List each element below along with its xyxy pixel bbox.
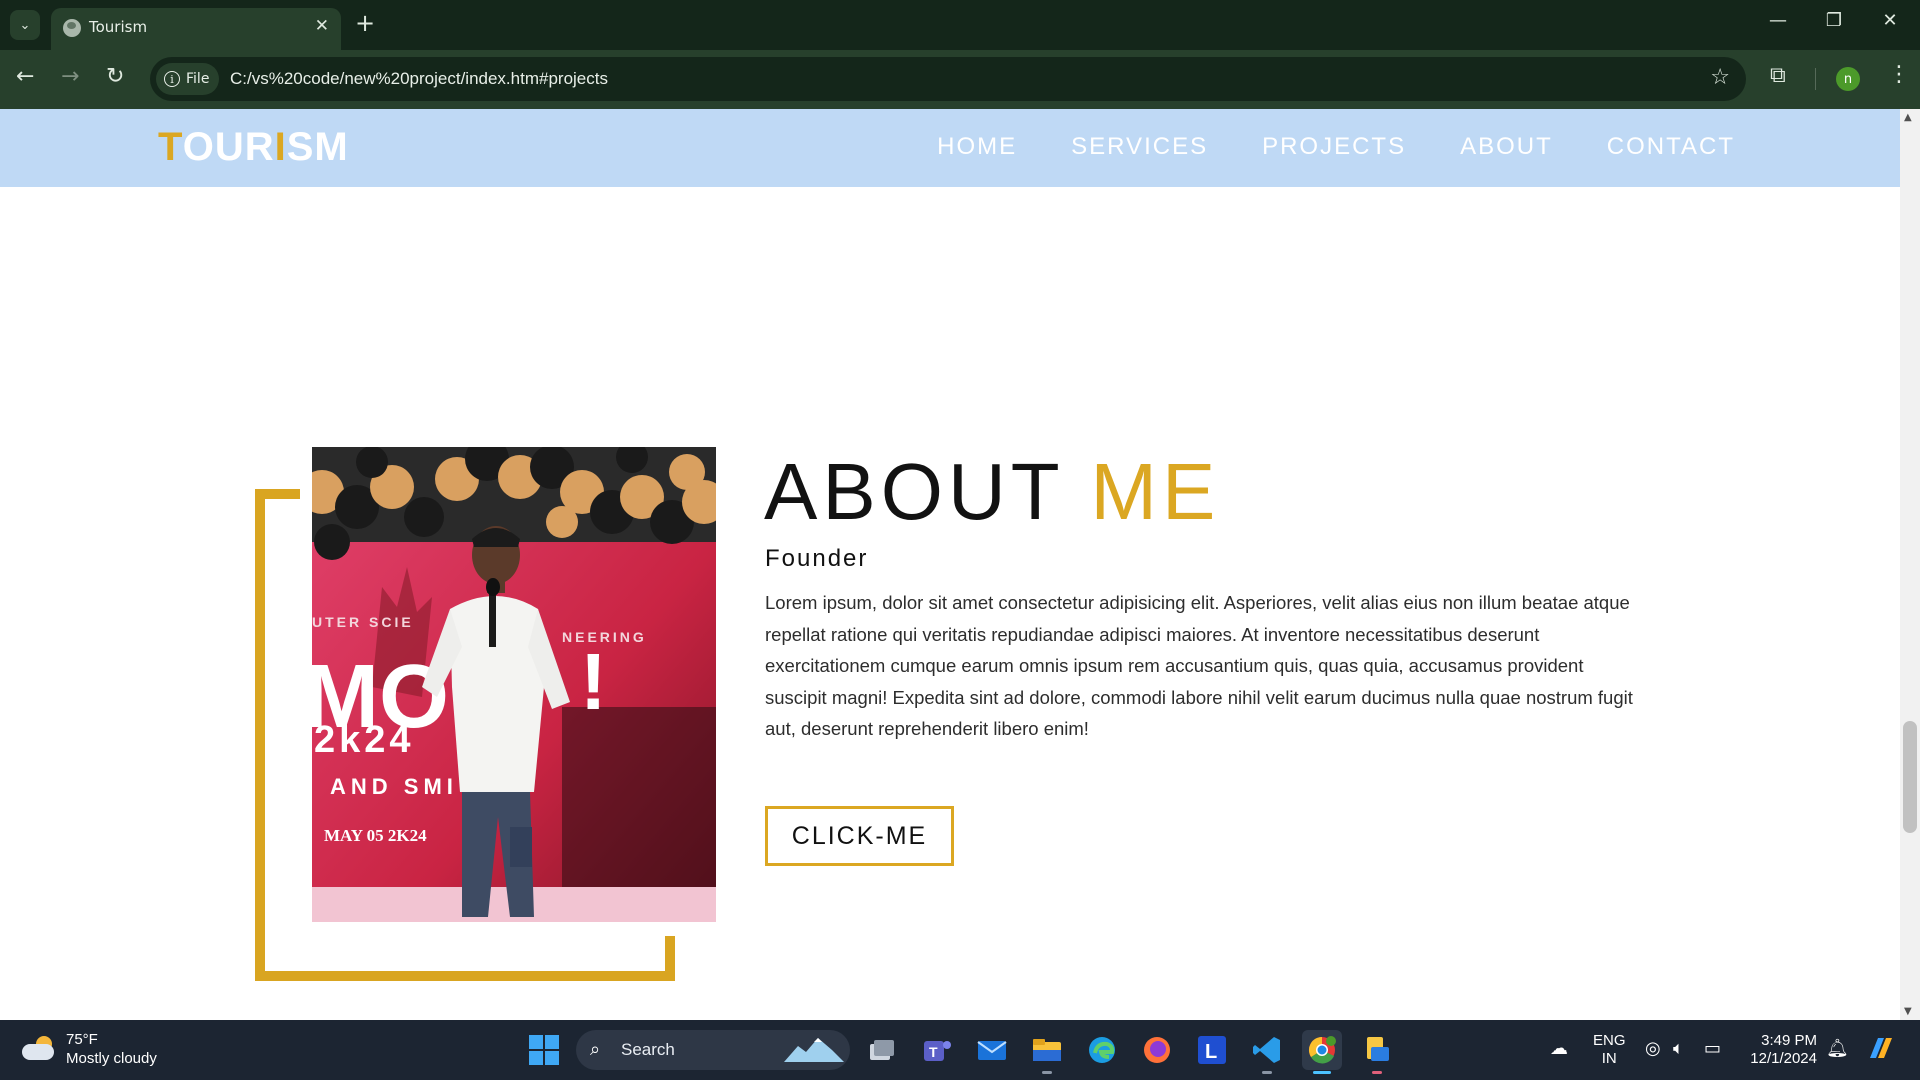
edge-icon[interactable] <box>1082 1030 1122 1070</box>
photo-banner-line3: AND SMI <box>330 774 458 799</box>
photo-banner-year: 2k24 <box>314 719 415 761</box>
task-view-icon[interactable] <box>862 1030 902 1070</box>
volume-icon[interactable]: 🔈︎ <box>1673 1038 1684 1059</box>
copilot-icon[interactable] <box>1866 1034 1894 1067</box>
page-scrollbar[interactable]: ▲ ▼ <box>1900 109 1920 1020</box>
page-viewport: TOURISM HOME SERVICES PROJECTS ABOUT CON… <box>0 109 1920 1020</box>
weather-temp: 75°F <box>66 1031 98 1048</box>
l-app-icon[interactable]: L <box>1192 1030 1232 1070</box>
nav-projects-link[interactable]: PROJECTS <box>1262 133 1406 161</box>
site-logo[interactable]: TOURISM <box>158 125 349 170</box>
toolbar-divider <box>1815 68 1816 90</box>
about-paragraph: Lorem ipsum, dolor sit amet consectetur … <box>765 592 1633 739</box>
weather-desc: Mostly cloudy <box>66 1050 157 1067</box>
nav-services-link[interactable]: SERVICES <box>1071 133 1208 161</box>
browser-toolbar: ← → ↻ i File C:/vs%20code/new%20project/… <box>0 50 1920 109</box>
address-bar[interactable]: i File C:/vs%20code/new%20project/index.… <box>150 57 1746 101</box>
weather-widget[interactable]: 75°F Mostly cloudy <box>22 1030 157 1068</box>
tab-close-icon[interactable]: ✕ <box>315 16 329 36</box>
language-indicator[interactable]: ENG IN <box>1593 1032 1626 1068</box>
info-icon: i <box>164 71 180 87</box>
back-icon[interactable]: ← <box>16 64 34 89</box>
restore-button[interactable]: ❐ <box>1814 10 1854 31</box>
notifications-icon[interactable]: 🔔︎ <box>1826 1038 1849 1059</box>
about-title: ABOUT ME <box>764 447 1221 536</box>
battery-icon[interactable]: ▭ <box>1704 1038 1721 1059</box>
svg-text:T: T <box>929 1044 938 1060</box>
cloud-offline-icon[interactable]: ☁ <box>1550 1038 1568 1059</box>
tab-search-button[interactable]: ⌄ <box>10 10 40 40</box>
chrome-icon[interactable] <box>1302 1030 1342 1074</box>
firefox-icon[interactable] <box>1137 1030 1177 1070</box>
about-subtitle: Founder <box>765 545 869 572</box>
bookmark-star-icon[interactable]: ☆ <box>1710 65 1730 90</box>
cloud-sun-icon <box>22 1036 56 1062</box>
mail-icon[interactable] <box>972 1030 1012 1070</box>
windows-start-icon[interactable] <box>529 1035 559 1065</box>
url-text[interactable]: C:/vs%20code/new%20project/index.htm#pro… <box>230 69 608 89</box>
click-me-button[interactable]: CLICK-ME <box>765 806 954 866</box>
extensions-icon[interactable]: ⧉ <box>1770 63 1786 88</box>
files-app-icon[interactable] <box>1357 1030 1397 1074</box>
nav-about-link[interactable]: ABOUT <box>1460 133 1553 161</box>
site-info-label: File <box>186 71 210 87</box>
photo-banner-big2: ! <box>580 637 607 726</box>
search-label: Search <box>621 1040 675 1059</box>
taskbar-search[interactable]: ⌕ Search <box>576 1030 850 1070</box>
profile-avatar[interactable]: n <box>1836 67 1860 91</box>
file-explorer-icon[interactable] <box>1027 1030 1067 1074</box>
nav-contact-link[interactable]: CONTACT <box>1607 133 1735 161</box>
search-icon: ⌕ <box>590 1039 601 1060</box>
close-window-button[interactable]: ✕ <box>1870 10 1910 31</box>
scroll-up-arrow-icon[interactable]: ▲ <box>1904 112 1912 123</box>
new-tab-button[interactable]: + <box>355 9 375 37</box>
scroll-thumb[interactable] <box>1903 721 1917 833</box>
search-highlight-icon <box>784 1038 844 1062</box>
site-header: TOURISM HOME SERVICES PROJECTS ABOUT CON… <box>0 109 1900 187</box>
browser-titlebar: ⌄ Tourism ✕ + — ❐ ✕ <box>0 0 1920 50</box>
windows-taskbar: 75°F Mostly cloudy ⌕ Search T L ☁ ENG IN… <box>0 1020 1920 1080</box>
scroll-down-arrow-icon[interactable]: ▼ <box>1904 1006 1912 1017</box>
minimize-button[interactable]: — <box>1758 10 1798 31</box>
network-icon[interactable]: ◎ <box>1645 1038 1661 1059</box>
svg-text:L: L <box>1205 1041 1217 1063</box>
photo-banner-date: MAY 05 2K24 <box>324 826 427 845</box>
founder-photo: UTER SCIE NEERING MO ! 2k24 AND SMI MAY … <box>312 447 716 922</box>
reload-icon[interactable]: ↻ <box>106 64 124 89</box>
more-menu-icon[interactable]: ⋮ <box>1888 62 1910 87</box>
taskbar-clock[interactable]: 3:49 PM 12/1/2024 <box>1745 1032 1817 1068</box>
browser-tab[interactable]: Tourism ✕ <box>51 8 341 50</box>
site-info-chip[interactable]: i File <box>156 63 220 95</box>
globe-icon <box>63 19 81 37</box>
site-nav: HOME SERVICES PROJECTS ABOUT CONTACT <box>937 133 1735 161</box>
forward-icon[interactable]: → <box>61 64 79 89</box>
photo-banner-line1: UTER SCIE <box>312 614 414 630</box>
nav-home-link[interactable]: HOME <box>937 133 1017 161</box>
tab-title: Tourism <box>89 18 148 36</box>
teams-icon[interactable]: T <box>917 1030 957 1070</box>
vscode-icon[interactable] <box>1247 1030 1287 1074</box>
